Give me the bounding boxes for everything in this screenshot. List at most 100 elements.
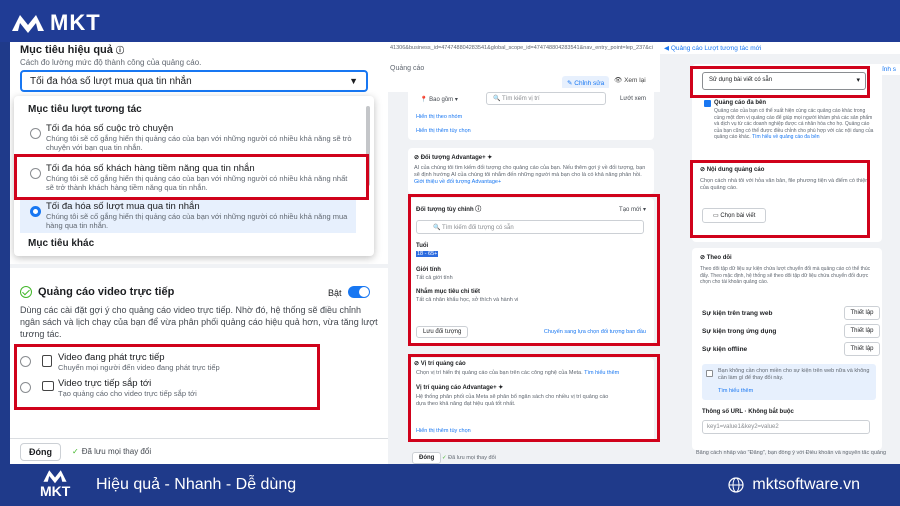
event-offline-label: Sự kiện offline [702, 346, 748, 353]
top-brand-bar: MKT [0, 0, 900, 42]
slogan: Hiệu quả - Nhanh - Dễ dùng [96, 476, 297, 493]
saved-status: ✓ Đã lưu mọi thay đổi [442, 455, 496, 461]
option-purchases[interactable]: Tối đa hóa số lượt mua qua tin nhắn Chún… [20, 198, 356, 233]
advantage-desc: AI của chúng tôi tìm kiếm đối tượng cho … [414, 165, 646, 185]
brand-logo: MKT [40, 467, 70, 499]
tracking-title: ⊘ Theo dõi [700, 255, 732, 261]
header-label: Quảng cáo [390, 65, 425, 72]
event-app-label: Sự kiện trong ứng dụng [702, 328, 777, 335]
include-select[interactable]: 📍 Bao gồm ▾ [420, 96, 458, 104]
info-notice: Bạn không cần chọn miền cho sự kiện trên… [702, 364, 876, 400]
group-other: Mục tiêu khác [28, 238, 95, 249]
check-icon: ✓ [72, 447, 79, 456]
close-button[interactable]: Đóng [20, 443, 61, 461]
more-options-link[interactable]: Hiển thị thêm tùy chọn [416, 428, 471, 435]
location-card: 📍 Bao gồm ▾ 🔍 Tìm kiếm vị trí Lướt xem H… [408, 88, 654, 140]
partner-ads-checkbox[interactable] [704, 100, 711, 107]
audience-panel: 41306&business_id=474748804283541&global… [388, 42, 660, 464]
advantage-link[interactable]: Giới thiệu về đối tượng Advantage+ [414, 179, 501, 185]
create-new-button[interactable]: Tạo mới ▾ [619, 206, 646, 214]
detail-label: Nhắm mục tiêu chi tiết [416, 289, 481, 295]
age-label: Tuổi [416, 243, 429, 249]
brand-logo: MKT [10, 10, 101, 36]
age-value[interactable]: 18 - 65+ [416, 251, 439, 258]
performance-goal-panel: Mục tiêu hiệu quả ⓘ Cách đo lường mức độ… [10, 42, 388, 464]
goal-subtitle: Cách đo lường mức độ thành công của quản… [20, 58, 202, 67]
review-button[interactable]: 👁 Xem lại [614, 76, 646, 84]
switch-audience-link[interactable]: Chuyển sang lựa chọn đối tượng ban đầu [544, 329, 646, 336]
custom-audience-card: Đối tượng tùy chỉnh ⓘ Tạo mới ▾ 🔍 Tìm ki… [408, 198, 654, 344]
option-conversations[interactable]: Tối đa hóa số cuộc trò chuyện Chúng tôi … [20, 120, 356, 155]
post-source-select[interactable]: Sử dụng bài viết có sẵn ▾ [702, 72, 866, 90]
placement-adv-desc: Hệ thống phân phối của Meta sẽ phân bổ n… [416, 394, 609, 407]
audience-search[interactable]: 🔍 Tìm kiếm đối tượng có sẵn [416, 220, 644, 234]
gender-value[interactable]: Tất cả giới tính [416, 275, 453, 282]
goal-title: Mục tiêu hiệu quả ⓘ [20, 44, 124, 56]
bottom-brand-bar: MKT Hiệu quả - Nhanh - Dễ dùng mktsoftwa… [0, 464, 900, 506]
legal-text: Bằng cách nhấp vào "Đăng", bạn đồng ý vớ… [696, 450, 887, 456]
tracking-desc: Theo dõi tập dữ liệu sự kiện chứa lượt c… [700, 266, 871, 285]
check-circle-icon [20, 286, 32, 298]
radio-icon[interactable] [30, 128, 41, 139]
url-params-input[interactable]: key1=value1&key2=value2 [702, 420, 870, 434]
radio-icon[interactable] [20, 356, 31, 367]
mkt-logo-icon [12, 15, 44, 33]
partner-ads-link[interactable]: Tìm hiểu về quảng cáo đa bên [752, 134, 820, 140]
option-desc: Chúng tôi sẽ cố gắng hiển thị quảng cáo … [46, 174, 348, 192]
panel-tab[interactable]: ◀ Quảng cáo Lượt tương tác mới [660, 42, 900, 54]
more-options-link[interactable]: Hiển thị thêm tùy chọn [416, 128, 471, 135]
panel-footer: Đóng ✓ Đã lưu mọi thay đổi [10, 438, 388, 464]
event-web-label: Sự kiện trên trang web [702, 310, 773, 317]
group-engagement: Mục tiêu lượt tương tác [28, 104, 142, 115]
option-desc: Chúng tôi sẽ cố gắng hiển thị quảng cáo … [46, 212, 348, 230]
option-title: Tối đa hóa số khách hàng tiềm năng qua t… [46, 163, 255, 174]
partner-ads-title: Quảng cáo đa bên [714, 100, 767, 106]
custom-audience-title: Đối tượng tùy chỉnh ⓘ [416, 207, 482, 213]
website[interactable]: mktsoftware.vn [728, 476, 860, 494]
placement-title: ⊘ Vị trí quảng cáo [414, 361, 466, 367]
option-leads[interactable]: Tối đa hóa số khách hàng tiềm năng qua t… [20, 160, 356, 195]
live-video-toggle[interactable] [348, 286, 370, 298]
gender-label: Giới tính [416, 267, 441, 273]
location-search[interactable]: 🔍 Tìm kiếm vị trí [486, 92, 606, 105]
live-video-desc: Dùng các cài đặt gợi ý cho quảng cáo vid… [20, 305, 378, 339]
placement-more-link[interactable]: Tìm hiểu thêm [584, 370, 619, 376]
goal-select-value: Tối đa hóa số lượt mua qua tin nhắn [30, 76, 192, 87]
setup-app-button[interactable]: Thiết lập [844, 324, 880, 338]
setup-web-button[interactable]: Thiết lập [844, 306, 880, 320]
url-bar[interactable]: 41306&business_id=474748804283541&global… [388, 42, 660, 54]
saved-status: ✓ Đã lưu mọi thay đổi [72, 447, 152, 456]
option-title: Video đang phát trực tiếp [58, 352, 165, 363]
goal-select[interactable]: Tối đa hóa số lượt mua qua tin nhắn ▼ [20, 70, 368, 92]
placement-card: ⊘ Vị trí quảng cáo Chọn vị trí hiển thị … [408, 358, 654, 442]
brand-name: MKT [50, 10, 101, 35]
save-audience-button[interactable]: Lưu đối tượng [416, 326, 469, 338]
radio-icon[interactable] [30, 168, 41, 179]
browse-link[interactable]: Lướt xem [620, 95, 646, 103]
radio-icon[interactable] [20, 382, 31, 393]
panel-header: Quảng cáo [388, 54, 660, 92]
notice-link[interactable]: Tìm hiểu thêm [718, 388, 753, 395]
brand-name: MKT [40, 483, 71, 499]
check-icon: ✓ [442, 455, 447, 461]
detail-value[interactable]: Tất cả nhân khẩu học, sở thích và hành v… [416, 297, 518, 304]
creative-panel: ◀ Quảng cáo Lượt tương tác mới Chỉnh s S… [660, 42, 900, 464]
video-camera-icon [42, 381, 54, 391]
close-button[interactable]: Đóng [412, 452, 442, 464]
globe-icon [728, 477, 745, 493]
notice-text: Bạn không cần chọn miền cho sự kiện trên… [718, 368, 870, 381]
choose-post-button[interactable]: ▭ Chọn bài viết [702, 208, 767, 223]
panel-footer: Đóng ✓ Đã lưu mọi thay đổi [408, 450, 654, 464]
content-title: ⊘ Nội dung quảng cáo [700, 167, 765, 173]
group-link[interactable]: Hiển thị theo nhóm [416, 114, 462, 121]
radio-selected-icon[interactable] [30, 206, 41, 217]
placement-desc: Chọn vị trí hiển thị quảng cáo của bạn t… [416, 370, 620, 376]
setup-offline-button[interactable]: Thiết lập [844, 342, 880, 356]
info-icon [706, 370, 713, 377]
option-desc: Chuyển mọi người đến video đang phát trự… [58, 363, 220, 372]
dropdown-scrollbar[interactable] [366, 106, 370, 186]
goal-dropdown: Mục tiêu lượt tương tác Tối đa hóa số cu… [14, 96, 374, 256]
content-desc: Chọn cách nhà tôi với hỏa văn bản, file … [700, 178, 869, 191]
advantage-audience-card: ⊘ Đối tượng Advantage+ ✦ AI của chúng tô… [408, 148, 654, 194]
option-title: Video trực tiếp sắp tới [58, 378, 152, 389]
